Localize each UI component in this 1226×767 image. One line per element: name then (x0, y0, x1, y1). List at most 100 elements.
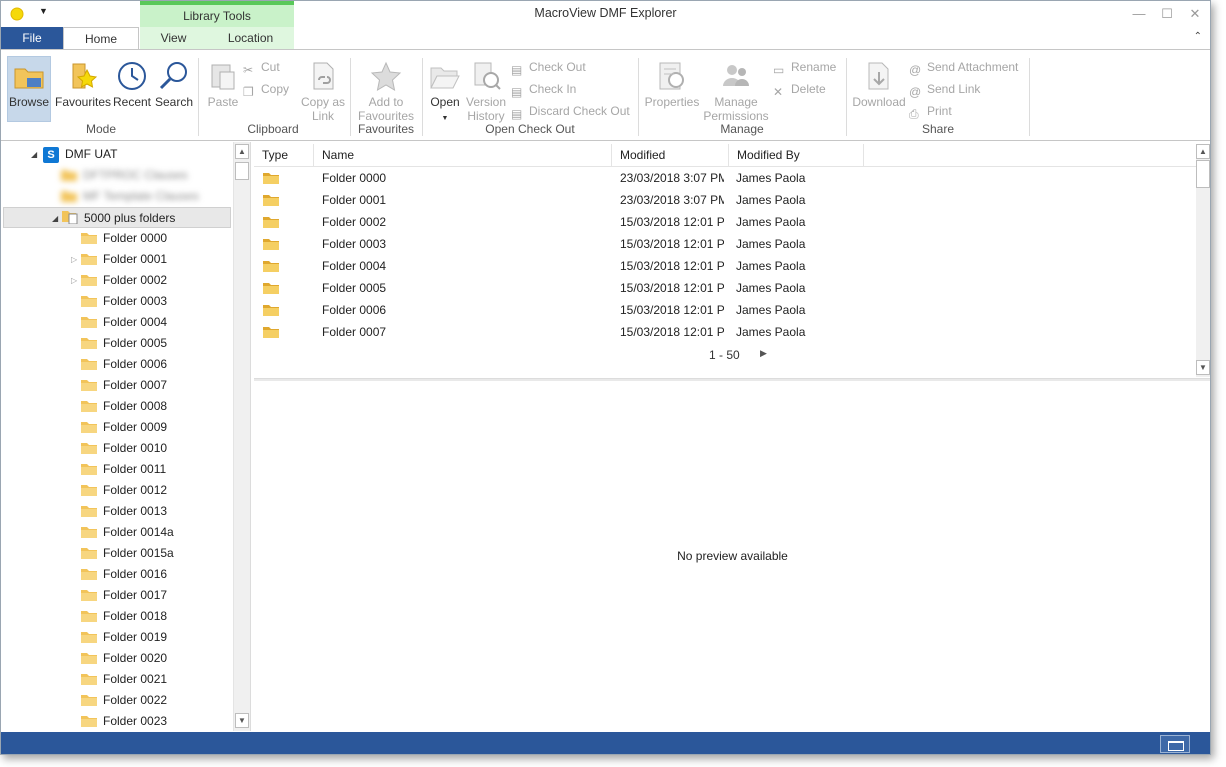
maximize-button[interactable]: ☐ (1157, 5, 1177, 23)
table-row[interactable]: Folder 0005 15/03/2018 12:01 PM James Paol… (254, 277, 1196, 299)
close-button[interactable]: ✕ (1185, 5, 1205, 23)
manage-permissions-button[interactable]: Manage Permissions (703, 56, 769, 123)
tree-item-5000-plus-folders[interactable]: ◢ 5000 plus folders (3, 207, 231, 228)
copy-button[interactable]: ❐ Copy (243, 80, 289, 99)
tree-item-blurred[interactable]: DFTPROC Clauses (61, 165, 188, 186)
copy-as-link-button[interactable]: Copy as Link (299, 56, 347, 123)
star-icon (370, 61, 402, 91)
tree-scrollbar[interactable]: ▲ ▼ (233, 142, 250, 731)
tab-home[interactable]: Home (63, 27, 139, 50)
column-modified[interactable]: Modified (612, 144, 729, 167)
tree-folder-item[interactable]: Folder 0007 (73, 375, 167, 396)
tree-folder-label: Folder 0014a (103, 525, 174, 539)
browse-button[interactable]: Browse (7, 56, 51, 122)
search-button[interactable]: Search (154, 56, 194, 109)
tree-folder-label: Folder 0017 (103, 588, 168, 602)
column-modified-by[interactable]: Modified By (729, 144, 864, 167)
tree-folder-item[interactable]: Folder 0014a (73, 522, 174, 543)
favourites-button[interactable]: Favourites (55, 56, 111, 109)
tree-folder-item[interactable]: Folder 0016 (73, 564, 167, 585)
clock-icon (118, 62, 146, 90)
properties-button[interactable]: Properties (641, 56, 703, 109)
next-page-icon[interactable]: ▶ (760, 348, 767, 359)
tree-folder-item[interactable]: Folder 0019 (73, 627, 167, 648)
tree-folder-item[interactable]: Folder 0006 (73, 354, 167, 375)
folder-icon (81, 548, 97, 559)
tab-file[interactable]: File (1, 27, 63, 49)
tree-folder-item[interactable]: Folder 0023 (73, 711, 167, 731)
tree-folder-item[interactable]: Folder 0012 (73, 480, 167, 501)
tree-folder-item[interactable]: Folder 0009 (73, 417, 167, 438)
rename-button[interactable]: ▭ Rename (773, 58, 836, 77)
scroll-up-arrow-icon[interactable]: ▲ (1196, 144, 1210, 159)
folder-icon (81, 716, 97, 727)
collapse-arrow-icon[interactable]: ◢ (31, 144, 37, 165)
expand-arrow-icon[interactable]: ▷ (71, 270, 77, 291)
recent-button[interactable]: Recent (111, 56, 153, 109)
tree-root-dmf-uat[interactable]: ◢ S DMF UAT (31, 144, 117, 165)
discard-icon: ▤ (511, 107, 523, 121)
check-in-button[interactable]: ▤ Check In (511, 80, 576, 99)
expand-arrow-icon[interactable]: ▷ (71, 249, 77, 270)
tree-folder-item[interactable]: Folder 0020 (73, 648, 167, 669)
tree-folder-item[interactable]: Folder 0017 (73, 585, 167, 606)
scroll-down-arrow-icon[interactable]: ▼ (1196, 360, 1210, 375)
cell-modified: 15/03/2018 12:01 PM (620, 215, 724, 229)
download-button[interactable]: Download (851, 56, 907, 109)
scroll-thumb[interactable] (1196, 160, 1210, 188)
table-row[interactable]: Folder 0002 15/03/2018 12:01 PM James Paol… (254, 211, 1196, 233)
table-row[interactable]: Folder 0006 15/03/2018 12:01 PM James Paol… (254, 299, 1196, 321)
open-button[interactable]: Open ▼ (425, 56, 465, 126)
tab-location[interactable]: Location (207, 27, 294, 49)
tree-folder-item[interactable]: Folder 0010 (73, 438, 167, 459)
tree-folder-item[interactable]: Folder 0022 (73, 690, 167, 711)
tree-folder-item[interactable]: ▷ Folder 0002 (71, 270, 167, 291)
tree-item-blurred[interactable]: MF Template Clauses (61, 186, 199, 207)
send-link-button[interactable]: @ Send Link (909, 80, 980, 99)
send-attachment-button[interactable]: @ Send Attachment (909, 58, 1018, 77)
table-row[interactable]: Folder 0007 15/03/2018 12:01 PM James Paol… (254, 321, 1196, 343)
ribbon-collapse-icon[interactable]: ⌃ (1194, 31, 1202, 42)
scroll-up-arrow-icon[interactable]: ▲ (235, 144, 249, 159)
cut-button[interactable]: ✂ Cut (243, 58, 280, 77)
tree-folder-item[interactable]: Folder 0000 (73, 228, 167, 249)
tree-folder-label: Folder 0016 (103, 567, 168, 581)
paste-button[interactable]: Paste (203, 56, 243, 109)
tab-view[interactable]: View (140, 27, 207, 49)
table-row[interactable]: Folder 0003 15/03/2018 12:01 PM James Paol… (254, 233, 1196, 255)
tree-folder-item[interactable]: Folder 0008 (73, 396, 167, 417)
collapse-arrow-icon[interactable]: ◢ (52, 208, 58, 229)
folder-icon (81, 674, 97, 685)
column-type[interactable]: Type (254, 144, 314, 167)
tree-folder-item[interactable]: ▷ Folder 0001 (71, 249, 167, 270)
table-row[interactable]: Folder 0000 23/03/2018 3:07 PM James Paola (254, 167, 1196, 189)
tree-folder-item[interactable]: Folder 0015a (73, 543, 174, 564)
print-button[interactable]: ⎙ Print (909, 102, 952, 121)
folder-icon (263, 239, 279, 250)
tree-folder-item[interactable]: Folder 0003 (73, 291, 167, 312)
check-out-button[interactable]: ▤ Check Out (511, 58, 586, 77)
tree-folder-item[interactable]: Folder 0021 (73, 669, 167, 690)
table-row[interactable]: Folder 0004 15/03/2018 12:01 PM James Paol… (254, 255, 1196, 277)
column-name[interactable]: Name (314, 144, 612, 167)
tree-folder-item[interactable]: Folder 0011 (73, 459, 166, 480)
scroll-thumb[interactable] (235, 162, 249, 180)
tree-folder-item[interactable]: Folder 0004 (73, 312, 167, 333)
layout-toggle-icon[interactable] (1160, 735, 1190, 753)
file-list: Type Name Modified Modified By Folder 00… (254, 142, 1210, 378)
folder-icon (81, 632, 97, 643)
add-to-favourites-button[interactable]: Add to Favourites (355, 56, 417, 123)
delete-button[interactable]: ✕ Delete (773, 80, 826, 99)
minimize-button[interactable]: — (1129, 5, 1149, 23)
tree-folder-item[interactable]: Folder 0013 (73, 501, 167, 522)
version-history-button[interactable]: Version History (465, 56, 507, 123)
scroll-down-arrow-icon[interactable]: ▼ (235, 713, 249, 728)
list-scrollbar[interactable]: ▲ ▼ (1196, 144, 1210, 377)
preview-message: No preview available (677, 549, 788, 563)
tree-folder-item[interactable]: Folder 0005 (73, 333, 167, 354)
tree-folder-item[interactable]: Folder 0018 (73, 606, 167, 627)
version-history-icon (474, 62, 501, 90)
discard-check-out-button[interactable]: ▤ Discard Check Out (511, 102, 630, 121)
table-row[interactable]: Folder 0001 23/03/2018 3:07 PM James Paola (254, 189, 1196, 211)
share-group: Download @ Send Attachment @ Send Link ⎙ Pr… (847, 54, 1029, 140)
